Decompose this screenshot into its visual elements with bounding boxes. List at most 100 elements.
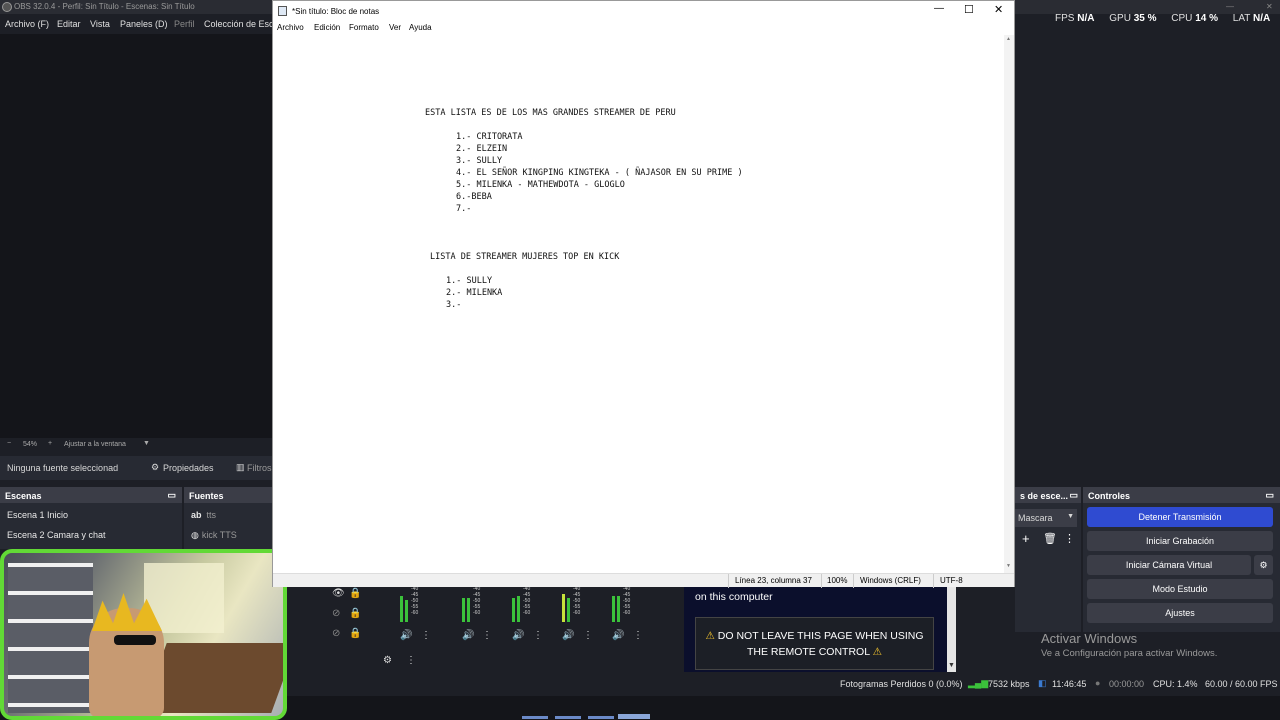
scene-item[interactable]: Escena 1 Inicio xyxy=(0,505,182,525)
speaker-icon[interactable]: 🔊 xyxy=(400,630,412,641)
zoom-in-button[interactable]: + xyxy=(48,440,52,447)
source-label: kick TTS xyxy=(201,530,237,540)
menu-dots-icon[interactable]: ⋮ xyxy=(482,630,492,641)
fit-to-window[interactable]: Ajustar a la ventana xyxy=(64,441,126,448)
properties-button[interactable]: Propiedades xyxy=(163,463,214,473)
speaker-icon[interactable]: 🔊 xyxy=(462,630,474,641)
menu-archivo[interactable]: Archivo xyxy=(277,23,304,32)
menu-archivo[interactable]: Archivo (F) xyxy=(5,19,49,29)
remote-scrollbar[interactable]: ▼ xyxy=(947,584,956,672)
settings-button[interactable]: Ajustes xyxy=(1087,603,1273,623)
webcam-sunglasses xyxy=(114,635,156,645)
zoom-level: 100% xyxy=(827,576,848,585)
gear-icon: ⚙ xyxy=(151,462,160,472)
taskbar-app[interactable] xyxy=(522,716,548,719)
fps-value: N/A xyxy=(1077,13,1095,24)
transitions-header: s de esce... ▭ xyxy=(1015,487,1081,503)
menu-dots-icon[interactable]: ⋮ xyxy=(583,630,593,641)
menu-editar[interactable]: Editar xyxy=(57,19,81,29)
source-item[interactable]: ◍ kick TTS xyxy=(184,525,272,545)
menu-dots-icon[interactable]: ⋮ xyxy=(533,630,543,641)
mixer-menu-icon[interactable]: ⋮ xyxy=(406,655,416,666)
undock-icon[interactable]: ▭ xyxy=(1265,490,1274,501)
text-line: 3.- SULLY xyxy=(456,156,503,166)
lock-icon[interactable]: 🔒 xyxy=(349,628,361,639)
menu-ver[interactable]: Ver xyxy=(389,23,401,32)
volume-meter: -40 -45 -50 -55 -60 xyxy=(608,586,630,626)
menu-dots-icon[interactable]: ⋮ xyxy=(633,630,643,641)
remote-warning: ⚠ DO NOT LEAVE THIS PAGE WHEN USING THE … xyxy=(695,617,934,670)
eye-hidden-icon[interactable]: ⊘ xyxy=(332,608,340,619)
text-line: 2.- MILENKA xyxy=(446,288,503,298)
taskbar-app[interactable] xyxy=(555,716,581,719)
minimize-icon[interactable]: — xyxy=(1226,0,1234,14)
scroll-down-icon[interactable]: ▼ xyxy=(948,662,955,669)
scenes-panel: Escenas ▭ Escena 1 Inicio Escena 2 Camar… xyxy=(0,487,182,549)
source-item[interactable]: ab tts xyxy=(184,505,272,525)
notepad-text-area[interactable]: ESTA LISTA ES DE LOS MAS GRANDES STREAME… xyxy=(273,35,1003,573)
menu-perfil[interactable]: Perfil xyxy=(174,19,195,29)
activate-title: Activar Windows xyxy=(1041,631,1138,646)
start-virtual-camera-button[interactable]: Iniciar Cámara Virtual xyxy=(1087,555,1251,575)
text-line: LISTA DE STREAMER MUJERES TOP EN KICK xyxy=(430,252,620,262)
menu-ayuda[interactable]: Ayuda xyxy=(409,23,432,32)
undock-icon[interactable]: ▭ xyxy=(1069,490,1078,501)
scene-item[interactable]: Escena 2 Camara y chat xyxy=(0,525,182,545)
eye-icon[interactable]: 👁 xyxy=(332,588,345,599)
add-icon[interactable]: + xyxy=(1022,531,1030,546)
lock-icon[interactable]: 🔒 xyxy=(349,588,361,599)
speaker-icon[interactable]: 🔊 xyxy=(512,630,524,641)
taskbar-app-active[interactable] xyxy=(618,714,650,719)
transition-select[interactable]: Mascara ▼ xyxy=(1015,509,1077,527)
minimize-icon[interactable]: — xyxy=(934,3,944,14)
speaker-icon[interactable]: 🔊 xyxy=(562,630,574,641)
maximize-icon[interactable]: ☐ xyxy=(964,3,974,16)
notepad-icon xyxy=(278,6,287,16)
record-icon: ● xyxy=(1095,678,1101,688)
sources-title: Fuentes xyxy=(189,491,224,501)
text-line: 5.- MILENKA - MATHEWDOTA - GLOGLO xyxy=(456,180,625,190)
signal-icon: ▂▄▆ xyxy=(968,678,989,688)
scroll-down-icon[interactable]: ▼ xyxy=(1006,563,1011,569)
notepad-vertical-scrollbar[interactable]: ▲ ▼ xyxy=(1004,35,1014,573)
transition-selected: Mascara xyxy=(1018,513,1053,523)
obs-status-bar: Fotogramas Perdidos 0 (0.0%) ▂▄▆ 7532 kb… xyxy=(272,672,1280,696)
eye-hidden-icon[interactable]: ⊘ xyxy=(332,628,340,639)
stop-streaming-button[interactable]: Detener Transmisión xyxy=(1087,507,1273,527)
performance-stats: FPS N/A GPU 35 % CPU 14 % LAT N/A xyxy=(1055,13,1270,24)
menu-vista[interactable]: Vista xyxy=(90,19,110,29)
gpu-value: 35 % xyxy=(1133,13,1157,24)
speaker-icon[interactable]: 🔊 xyxy=(612,630,624,641)
browser-source-icon: ◍ xyxy=(191,530,199,540)
close-icon[interactable]: ✕ xyxy=(1266,0,1273,14)
chevron-down-icon[interactable]: ▼ xyxy=(143,440,150,447)
chevron-down-icon: ▼ xyxy=(1067,513,1074,520)
webcam-overlay xyxy=(0,549,287,720)
zoom-out-button[interactable]: − xyxy=(7,440,11,447)
warning-icon: ⚠ xyxy=(705,630,715,642)
menu-dots-icon[interactable]: ⋮ xyxy=(421,630,431,641)
transitions-title: s de esce... xyxy=(1020,491,1069,501)
menu-formato[interactable]: Formato xyxy=(349,23,379,32)
studio-mode-button[interactable]: Modo Estudio xyxy=(1087,579,1273,599)
zoom-bar: − 54% + Ajustar a la ventana ▼ xyxy=(0,438,272,452)
menu-paneles[interactable]: Paneles (D) xyxy=(120,19,168,29)
no-source-selected: Ninguna fuente seleccionad xyxy=(7,463,119,473)
obs-app-icon xyxy=(2,2,12,12)
trash-icon[interactable]: 🗑 xyxy=(1043,532,1057,545)
scroll-up-icon[interactable]: ▲ xyxy=(1006,36,1011,42)
transitions-panel: s de esce... ▭ Mascara ▼ + 🗑 ⋮ xyxy=(1015,487,1081,632)
menu-coleccion[interactable]: Colección de Esc xyxy=(204,19,274,29)
mixer-settings-icon[interactable]: ⚙ xyxy=(383,655,392,666)
menu-edicion[interactable]: Edición xyxy=(314,23,340,32)
taskbar-app[interactable] xyxy=(588,716,614,719)
filters-button[interactable]: Filtros xyxy=(247,463,272,473)
remote-text: on this computer xyxy=(695,591,773,603)
virtual-camera-settings-icon[interactable]: ⚙ xyxy=(1254,555,1273,575)
lock-icon[interactable]: 🔒 xyxy=(349,608,361,619)
close-icon[interactable]: ✕ xyxy=(994,3,1003,16)
volume-meter: -40 -45 -50 -55 -60 xyxy=(458,586,480,626)
undock-icon[interactable]: ▭ xyxy=(167,490,176,501)
menu-dots-icon[interactable]: ⋮ xyxy=(1064,532,1075,545)
start-recording-button[interactable]: Iniciar Grabación xyxy=(1087,531,1273,551)
